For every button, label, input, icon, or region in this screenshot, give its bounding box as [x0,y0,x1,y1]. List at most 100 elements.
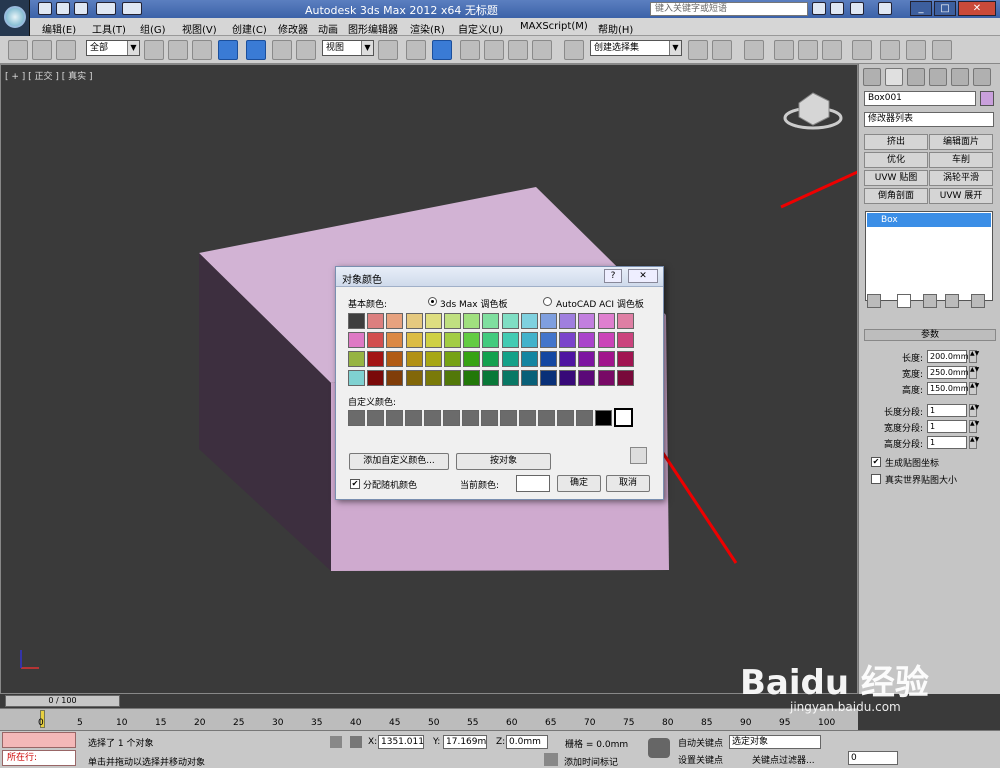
percent-snap-icon[interactable] [508,40,528,60]
rect-selection-icon[interactable] [192,40,212,60]
dialog-close-button[interactable]: ✕ [628,269,658,283]
configure-sets-icon[interactable] [971,294,985,308]
object-color-swatch[interactable] [980,91,994,106]
stack-item-box[interactable]: Box [867,213,991,227]
spinner-arrows-icon[interactable]: ▲▼ [969,366,979,379]
color-swatch[interactable] [540,313,557,329]
undo-icon[interactable] [96,2,116,15]
color-swatch[interactable] [444,370,461,386]
palette-max-radio[interactable] [428,297,437,306]
color-swatch[interactable] [348,332,365,348]
key-icon[interactable] [648,738,670,758]
color-swatch[interactable] [597,351,615,367]
menu-item[interactable]: 自定义(U) [458,21,503,36]
render-production-icon[interactable] [932,40,952,60]
render-setup-icon[interactable] [880,40,900,60]
color-swatch[interactable] [405,370,423,386]
modifier-button[interactable]: 车削 [929,152,993,168]
color-swatch[interactable] [501,332,519,348]
custom-color-swatch[interactable] [595,410,612,426]
color-swatch[interactable] [367,351,385,367]
layer-manager-icon[interactable] [744,40,764,60]
material-editor-icon[interactable] [852,40,872,60]
align-icon[interactable] [712,40,732,60]
modifier-button[interactable]: 倒角剖面 [864,188,928,204]
display-tab-icon[interactable] [951,68,969,86]
custom-color-swatch[interactable] [614,408,633,427]
rendered-frame-icon[interactable] [906,40,926,60]
graphite-tools-icon[interactable] [774,40,794,60]
curve-editor-icon[interactable] [798,40,818,60]
save-file-icon[interactable] [74,2,88,15]
custom-color-swatch[interactable] [519,410,536,426]
color-swatch[interactable] [367,313,385,329]
color-swatch[interactable] [520,351,538,367]
param-spinner[interactable]: 1 [927,420,967,433]
color-swatch[interactable] [578,370,596,386]
menu-item[interactable]: 编辑(E) [42,21,76,36]
open-file-icon[interactable] [56,2,70,15]
color-swatch[interactable] [578,332,596,348]
spinner-arrows-icon[interactable]: ▲▼ [969,350,979,363]
set-key-button[interactable]: 设置关键点 [678,753,723,766]
select-link-icon[interactable] [8,40,28,60]
new-file-icon[interactable] [38,2,52,15]
make-unique-icon[interactable] [923,294,937,308]
z-coord-field[interactable]: 0.0mm [506,735,548,749]
palette-acad-radio[interactable] [543,297,552,306]
utilities-tab-icon[interactable] [973,68,991,86]
color-swatch[interactable] [520,313,538,329]
color-swatch[interactable] [520,370,538,386]
color-swatch[interactable] [540,351,557,367]
custom-color-swatch[interactable] [367,410,384,426]
gen-mapping-checkbox[interactable]: ✔ [871,457,881,467]
real-world-checkbox[interactable] [871,474,881,484]
color-swatch[interactable] [386,313,404,329]
mirror-icon[interactable] [688,40,708,60]
color-swatch[interactable] [501,351,519,367]
color-swatch[interactable] [444,313,461,329]
parameters-rollout[interactable]: 参数 [864,329,996,341]
modifier-button[interactable]: 编辑面片 [929,134,993,150]
select-scale-icon[interactable] [296,40,316,60]
add-time-tag[interactable]: 添加时间标记 [564,755,618,768]
search-input[interactable]: 键入关键字或短语 [650,2,808,16]
color-swatch[interactable] [540,370,557,386]
motion-tab-icon[interactable] [929,68,947,86]
star-icon[interactable] [850,2,864,15]
color-swatch[interactable] [559,313,577,329]
current-frame-field[interactable]: 0 [848,751,898,765]
color-swatch[interactable] [616,370,634,386]
color-swatch[interactable] [578,313,596,329]
search-icon[interactable] [812,2,826,15]
schematic-view-icon[interactable] [822,40,842,60]
color-swatch[interactable] [482,332,500,348]
modifier-button[interactable]: 涡轮平滑 [929,170,993,186]
modifier-button[interactable]: 优化 [864,152,928,168]
color-swatch[interactable] [386,370,404,386]
color-swatch[interactable] [386,351,404,367]
close-button[interactable]: ✕ [958,1,996,16]
maximize-button[interactable]: □ [934,1,956,16]
redo-icon[interactable] [122,2,142,15]
transform-mode-icon[interactable] [350,736,362,748]
color-swatch[interactable] [482,313,500,329]
color-swatch[interactable] [520,332,538,348]
menu-item[interactable]: 帮助(H) [598,21,633,36]
custom-color-swatch[interactable] [538,410,555,426]
select-rotate-icon[interactable] [272,40,292,60]
show-end-result-icon[interactable] [897,294,911,308]
bind-spacewarp-icon[interactable] [56,40,76,60]
color-picker-icon[interactable] [630,447,647,464]
pivot-center-icon[interactable] [378,40,398,60]
select-manipulate-icon[interactable] [406,40,426,60]
custom-color-swatch[interactable] [405,410,422,426]
color-swatch[interactable] [367,332,385,348]
color-swatch[interactable] [405,332,423,348]
select-move-icon[interactable] [246,40,266,60]
pin-stack-icon[interactable] [867,294,881,308]
color-swatch[interactable] [597,313,615,329]
custom-color-swatch[interactable] [500,410,517,426]
menu-item[interactable]: 创建(C) [232,21,267,36]
custom-color-swatch[interactable] [386,410,403,426]
